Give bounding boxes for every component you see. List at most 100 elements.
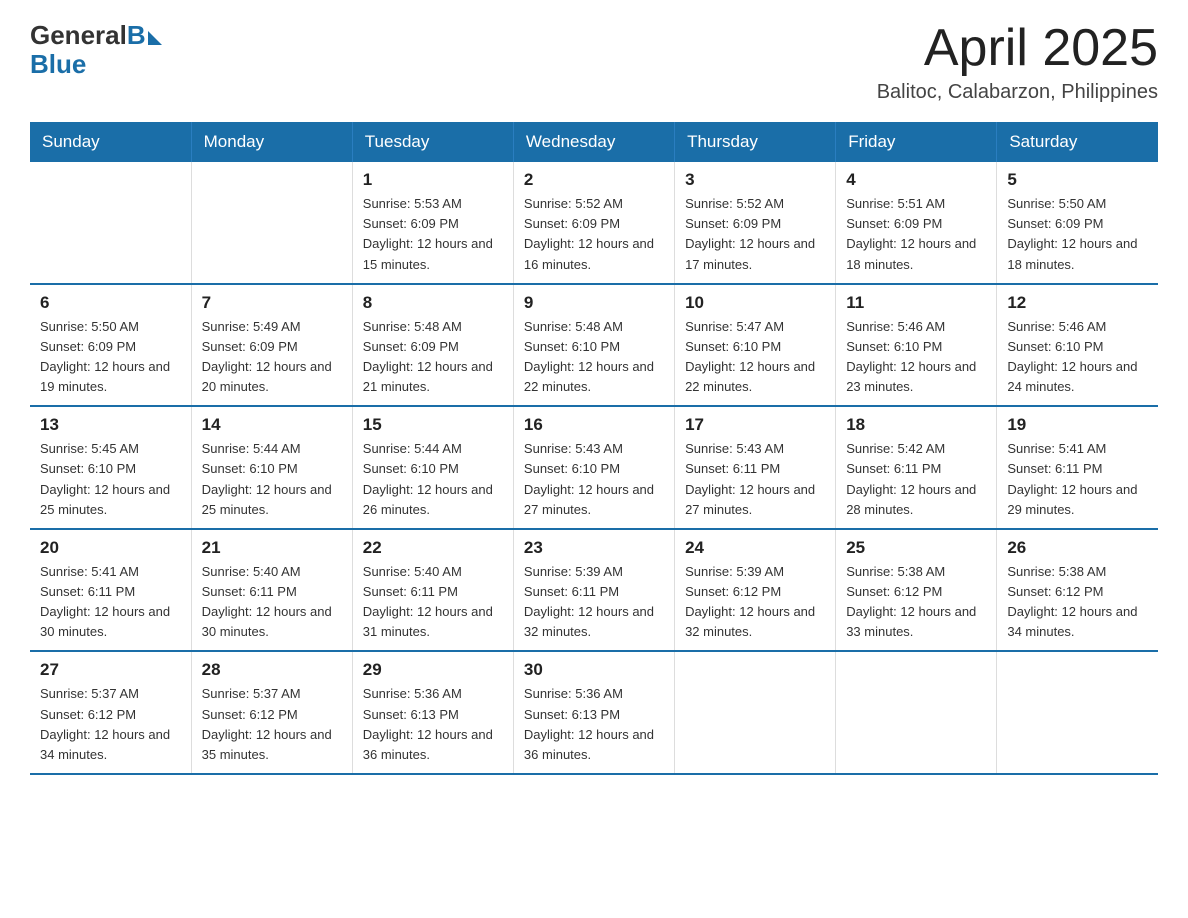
table-row: 8Sunrise: 5:48 AMSunset: 6:09 PMDaylight… <box>352 284 513 407</box>
location-title: Balitoc, Calabarzon, Philippines <box>877 81 1158 104</box>
table-row: 9Sunrise: 5:48 AMSunset: 6:10 PMDaylight… <box>513 284 674 407</box>
header-sunday: Sunday <box>30 122 191 162</box>
day-number: 25 <box>846 538 986 558</box>
table-row: 25 Sunrise: 5:38 AMSunset: 6:12 PMDayligh… <box>836 529 997 652</box>
day-number: 24 <box>685 538 825 558</box>
table-row: 7 Sunrise: 5:49 AMSunset: 6:09 PMDaylight… <box>191 284 352 407</box>
table-row <box>997 651 1158 774</box>
day-info: Sunrise: 5:46 AMSunset: 6:10 PMDaylight:… <box>1007 317 1148 398</box>
day-number: 23 <box>524 538 664 558</box>
calendar-header-row: Sunday Monday Tuesday Wednesday Thursday… <box>30 122 1158 162</box>
table-row: 21 Sunrise: 5:40 AMSunset: 6:11 PMDayligh… <box>191 529 352 652</box>
day-number: 12 <box>1007 293 1148 313</box>
day-number: 14 <box>202 415 342 435</box>
table-row: 22Sunrise: 5:40 AMSunset: 6:11 PMDayligh… <box>352 529 513 652</box>
day-info: Sunrise: 5:48 AMSunset: 6:09 PMDaylight:… <box>363 317 503 398</box>
day-info: Sunrise: 5:36 AMSunset: 6:13 PMDaylight:… <box>524 684 664 765</box>
table-row: 20Sunrise: 5:41 AMSunset: 6:11 PMDayligh… <box>30 529 191 652</box>
table-row: 11 Sunrise: 5:46 AMSunset: 6:10 PMDayligh… <box>836 284 997 407</box>
logo-general: General <box>30 20 127 51</box>
calendar-week-row: 1 Sunrise: 5:53 AMSunset: 6:09 PMDaylight… <box>30 162 1158 284</box>
day-info: Sunrise: 5:42 AMSunset: 6:11 PMDaylight:… <box>846 439 986 520</box>
header-wednesday: Wednesday <box>513 122 674 162</box>
day-info: Sunrise: 5:36 AMSunset: 6:13 PMDaylight:… <box>363 684 503 765</box>
day-number: 20 <box>40 538 181 558</box>
day-number: 13 <box>40 415 181 435</box>
table-row: 10Sunrise: 5:47 AMSunset: 6:10 PMDayligh… <box>675 284 836 407</box>
day-info: Sunrise: 5:38 AMSunset: 6:12 PMDaylight:… <box>846 562 986 643</box>
header-tuesday: Tuesday <box>352 122 513 162</box>
day-number: 26 <box>1007 538 1148 558</box>
day-number: 1 <box>363 170 503 190</box>
day-info: Sunrise: 5:41 AMSunset: 6:11 PMDaylight:… <box>1007 439 1148 520</box>
table-row: 13 Sunrise: 5:45 AMSunset: 6:10 PMDayligh… <box>30 406 191 529</box>
day-info: Sunrise: 5:49 AMSunset: 6:09 PMDaylight:… <box>202 317 342 398</box>
day-info: Sunrise: 5:51 AMSunset: 6:09 PMDaylight:… <box>846 194 986 275</box>
table-row: 30 Sunrise: 5:36 AMSunset: 6:13 PMDayligh… <box>513 651 674 774</box>
day-number: 30 <box>524 660 664 680</box>
calendar-table: Sunday Monday Tuesday Wednesday Thursday… <box>30 122 1158 775</box>
table-row: 17Sunrise: 5:43 AMSunset: 6:11 PMDayligh… <box>675 406 836 529</box>
logo-triangle-icon <box>148 31 162 45</box>
day-info: Sunrise: 5:45 AMSunset: 6:10 PMDaylight:… <box>40 439 181 520</box>
logo: General B Blue <box>30 20 162 80</box>
day-number: 11 <box>846 293 986 313</box>
month-title: April 2025 <box>877 20 1158 77</box>
day-info: Sunrise: 5:46 AMSunset: 6:10 PMDaylight:… <box>846 317 986 398</box>
day-number: 6 <box>40 293 181 313</box>
day-number: 19 <box>1007 415 1148 435</box>
table-row: 23 Sunrise: 5:39 AMSunset: 6:11 PMDayligh… <box>513 529 674 652</box>
table-row: 15Sunrise: 5:44 AMSunset: 6:10 PMDayligh… <box>352 406 513 529</box>
title-section: April 2025 Balitoc, Calabarzon, Philippi… <box>877 20 1158 104</box>
day-number: 7 <box>202 293 342 313</box>
table-row: 29 Sunrise: 5:36 AMSunset: 6:13 PMDayligh… <box>352 651 513 774</box>
day-number: 3 <box>685 170 825 190</box>
day-info: Sunrise: 5:37 AMSunset: 6:12 PMDaylight:… <box>40 684 181 765</box>
page-header: General B Blue April 2025 Balitoc, Calab… <box>30 20 1158 104</box>
day-number: 21 <box>202 538 342 558</box>
day-info: Sunrise: 5:48 AMSunset: 6:10 PMDaylight:… <box>524 317 664 398</box>
table-row: 26 Sunrise: 5:38 AMSunset: 6:12 PMDayligh… <box>997 529 1158 652</box>
table-row: 6 Sunrise: 5:50 AMSunset: 6:09 PMDaylight… <box>30 284 191 407</box>
table-row: 16Sunrise: 5:43 AMSunset: 6:10 PMDayligh… <box>513 406 674 529</box>
table-row: 5 Sunrise: 5:50 AMSunset: 6:09 PMDaylight… <box>997 162 1158 284</box>
day-info: Sunrise: 5:40 AMSunset: 6:11 PMDaylight:… <box>363 562 503 643</box>
day-number: 2 <box>524 170 664 190</box>
day-info: Sunrise: 5:53 AMSunset: 6:09 PMDaylight:… <box>363 194 503 275</box>
header-saturday: Saturday <box>997 122 1158 162</box>
day-info: Sunrise: 5:39 AMSunset: 6:12 PMDaylight:… <box>685 562 825 643</box>
logo-b-letter: B <box>127 20 146 51</box>
table-row: 14Sunrise: 5:44 AMSunset: 6:10 PMDayligh… <box>191 406 352 529</box>
header-friday: Friday <box>836 122 997 162</box>
day-info: Sunrise: 5:37 AMSunset: 6:12 PMDaylight:… <box>202 684 342 765</box>
day-number: 27 <box>40 660 181 680</box>
table-row <box>191 162 352 284</box>
table-row: 12 Sunrise: 5:46 AMSunset: 6:10 PMDayligh… <box>997 284 1158 407</box>
day-number: 10 <box>685 293 825 313</box>
day-info: Sunrise: 5:50 AMSunset: 6:09 PMDaylight:… <box>1007 194 1148 275</box>
calendar-week-row: 13 Sunrise: 5:45 AMSunset: 6:10 PMDayligh… <box>30 406 1158 529</box>
table-row <box>30 162 191 284</box>
logo-blue-label: Blue <box>30 49 86 80</box>
day-number: 4 <box>846 170 986 190</box>
day-info: Sunrise: 5:39 AMSunset: 6:11 PMDaylight:… <box>524 562 664 643</box>
day-info: Sunrise: 5:50 AMSunset: 6:09 PMDaylight:… <box>40 317 181 398</box>
day-info: Sunrise: 5:40 AMSunset: 6:11 PMDaylight:… <box>202 562 342 643</box>
calendar-week-row: 20Sunrise: 5:41 AMSunset: 6:11 PMDayligh… <box>30 529 1158 652</box>
table-row: 1 Sunrise: 5:53 AMSunset: 6:09 PMDaylight… <box>352 162 513 284</box>
day-number: 5 <box>1007 170 1148 190</box>
calendar-week-row: 6 Sunrise: 5:50 AMSunset: 6:09 PMDaylight… <box>30 284 1158 407</box>
table-row <box>675 651 836 774</box>
day-info: Sunrise: 5:52 AMSunset: 6:09 PMDaylight:… <box>524 194 664 275</box>
logo-blue-part: B <box>127 20 162 51</box>
table-row: 2 Sunrise: 5:52 AMSunset: 6:09 PMDaylight… <box>513 162 674 284</box>
table-row: 18 Sunrise: 5:42 AMSunset: 6:11 PMDayligh… <box>836 406 997 529</box>
header-thursday: Thursday <box>675 122 836 162</box>
table-row: 28Sunrise: 5:37 AMSunset: 6:12 PMDayligh… <box>191 651 352 774</box>
table-row: 27 Sunrise: 5:37 AMSunset: 6:12 PMDayligh… <box>30 651 191 774</box>
day-number: 29 <box>363 660 503 680</box>
table-row: 19 Sunrise: 5:41 AMSunset: 6:11 PMDayligh… <box>997 406 1158 529</box>
day-info: Sunrise: 5:43 AMSunset: 6:10 PMDaylight:… <box>524 439 664 520</box>
day-number: 18 <box>846 415 986 435</box>
day-info: Sunrise: 5:38 AMSunset: 6:12 PMDaylight:… <box>1007 562 1148 643</box>
